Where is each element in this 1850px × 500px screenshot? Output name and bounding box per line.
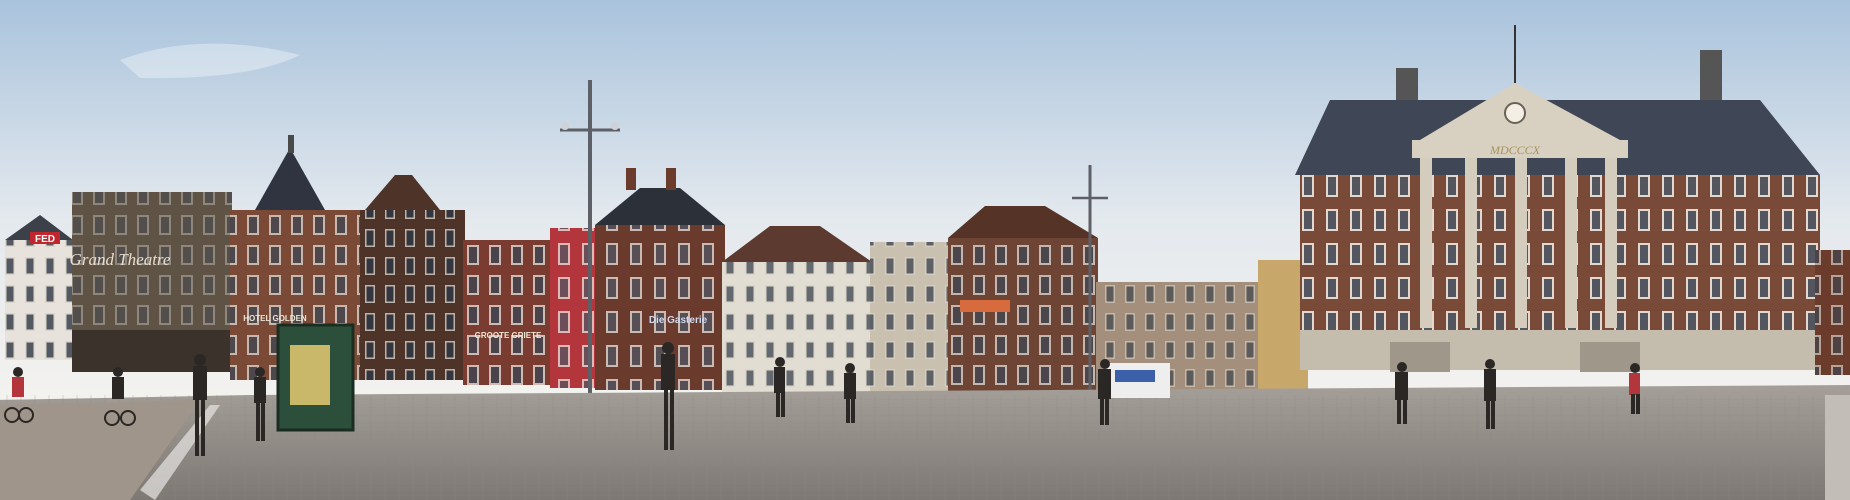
city-hall-date: MDCCCX [1489,143,1541,157]
clock-icon [1504,102,1526,124]
building-red-brick: GROOTE GRIETE [463,240,553,385]
sign-fed: FED [35,234,55,245]
building-far-right [1815,250,1850,375]
sign-grand-theatre: Grand Theatre [70,250,171,269]
building-left-white: FED [5,215,73,360]
building-mid-balcony [870,242,950,392]
building-mid-brick [948,206,1098,394]
sign-groote-griete: GROOTE GRIETE [475,331,542,340]
sidewalk-right [1825,395,1850,500]
market-stall [1105,363,1170,398]
building-grand-theatre: Grand Theatre [70,192,232,372]
sign-die-gasterie: Die Gasterie [649,315,708,326]
sign-hotel: HOTEL GOLDEN [243,314,307,323]
advertising-kiosk [276,323,355,432]
photo-grote-markt-panorama: FED Grand Theatre HOTEL GOLDEN GROOTE GR… [0,0,1850,500]
